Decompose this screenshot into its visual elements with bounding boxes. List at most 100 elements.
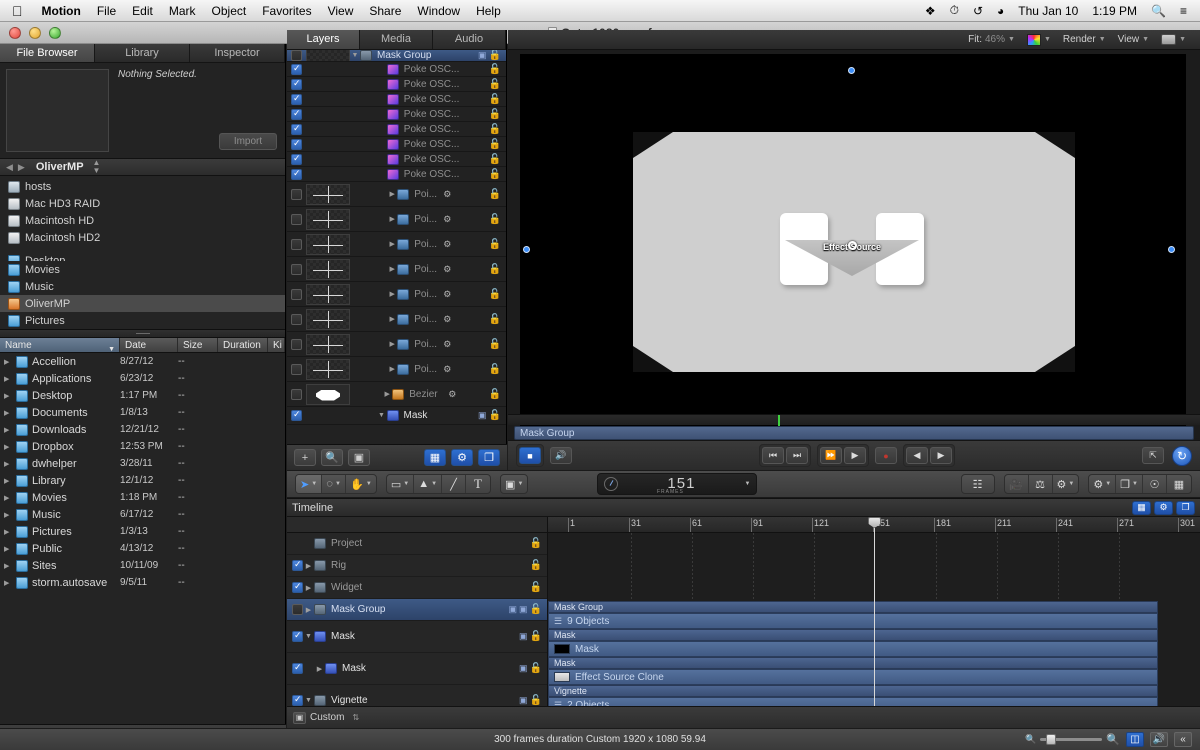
visibility-checkbox[interactable]: [291, 313, 302, 325]
layer-row[interactable]: ▶ Poi... ⚙ 🔓: [287, 232, 506, 257]
disclosure-triangle-icon[interactable]: ▶: [303, 584, 314, 592]
fit-control[interactable]: Fit: 46% ▼: [962, 34, 1021, 45]
lock-icon[interactable]: 🔓: [530, 695, 547, 706]
play-from-start-icon[interactable]: ⏩: [820, 447, 842, 464]
visibility-checkbox[interactable]: [291, 78, 302, 90]
zoom-out-icon[interactable]: 🔍: [1025, 734, 1036, 745]
search-icon[interactable]: 🔍: [1144, 4, 1173, 18]
lock-icon[interactable]: 🔓: [489, 189, 506, 200]
menu-item-favorites[interactable]: Favorites: [254, 4, 319, 18]
disclosure-triangle-icon[interactable]: ▶: [303, 562, 314, 570]
list-item[interactable]: Mac HD3 RAID: [0, 195, 285, 212]
mask-icon[interactable]: ▦: [424, 449, 446, 466]
notification-center-icon[interactable]: ≡: [1173, 4, 1194, 18]
table-row[interactable]: ▶ Public 4/13/12 --: [0, 540, 285, 557]
tab-media[interactable]: Media: [360, 30, 433, 49]
visibility-checkbox[interactable]: [291, 153, 302, 165]
layer-row[interactable]: ▶ Poi... ⚙ 🔓: [287, 357, 506, 382]
gear-icon[interactable]: ⚙: [443, 314, 451, 325]
selection-handle-left[interactable]: [523, 246, 530, 253]
lock-icon[interactable]: 🔓: [489, 154, 506, 165]
visibility-checkbox[interactable]: [292, 581, 303, 593]
layer-row[interactable]: Poke OSC... 🔓: [287, 92, 506, 107]
selection-handle-right[interactable]: [1168, 246, 1175, 253]
visibility-checkbox[interactable]: [292, 630, 303, 642]
gear-icon[interactable]: ⚙: [443, 189, 451, 200]
disclosure-triangle-icon[interactable]: ▶: [387, 365, 397, 373]
visibility-checkbox[interactable]: [291, 108, 302, 120]
lock-icon[interactable]: 🔓: [489, 109, 506, 120]
timeline-row-mask[interactable]: ▼ Mask ▣ 🔓: [287, 621, 547, 653]
step-forward-icon[interactable]: ▶: [930, 447, 952, 464]
disclosure-triangle-icon[interactable]: ▶: [314, 665, 325, 673]
disclosure-triangle-icon[interactable]: ▼: [303, 697, 314, 704]
list-item[interactable]: Macintosh HD2: [0, 229, 285, 246]
text-tool-icon[interactable]: T: [466, 475, 490, 493]
lock-icon[interactable]: 🔓: [489, 64, 506, 75]
tab-inspector[interactable]: Inspector: [190, 44, 285, 62]
visibility-checkbox[interactable]: [291, 388, 302, 400]
layer-row[interactable]: ▶ Poi... ⚙ 🔓: [287, 282, 506, 307]
disclosure-triangle-icon[interactable]: ▶: [4, 477, 12, 485]
canvas-object-bar[interactable]: Mask Group: [514, 426, 1194, 440]
layer-row-mask[interactable]: ▼ Mask ▣🔓: [287, 407, 506, 425]
previous-keyframe-icon[interactable]: ⏭: [786, 447, 808, 464]
table-row[interactable]: ▶ Accellion 8/27/12 --: [0, 353, 285, 370]
disclosure-triangle-icon[interactable]: ▶: [4, 443, 12, 451]
gear-icon[interactable]: ⚙: [443, 264, 451, 275]
track-clip[interactable]: ☰ 2 Objects: [548, 697, 1158, 706]
menu-item-motion[interactable]: Motion: [34, 4, 89, 18]
list-item[interactable]: Music: [0, 278, 285, 295]
table-row[interactable]: ▶ Desktop 1:17 PM --: [0, 387, 285, 404]
zoom-in-icon[interactable]: 🔍: [1106, 733, 1120, 746]
track-group-label[interactable]: Mask Group: [548, 601, 1158, 613]
disclosure-triangle-icon[interactable]: ▶: [382, 390, 392, 398]
zoom-track[interactable]: [1040, 734, 1103, 745]
menu-item-help[interactable]: Help: [468, 4, 509, 18]
layout-menu[interactable]: ▼: [1155, 34, 1192, 45]
select-tool-icon[interactable]: ➤ ▼: [296, 475, 323, 493]
layer-row[interactable]: Poke OSC... 🔓: [287, 167, 506, 182]
layer-row[interactable]: Poke OSC... 🔓: [287, 122, 506, 137]
visibility-checkbox[interactable]: [291, 238, 302, 250]
visibility-checkbox[interactable]: [291, 409, 302, 421]
layer-row-bezier[interactable]: ▶ Bezier ⚙ 🔓: [287, 382, 506, 407]
audio-icon[interactable]: 🔊: [1150, 732, 1168, 747]
lock-icon[interactable]: 🔓: [489, 289, 506, 300]
menu-item-share[interactable]: Share: [361, 4, 409, 18]
column-header-size[interactable]: Size: [178, 338, 218, 352]
visibility-checkbox[interactable]: [291, 288, 302, 300]
column-header-duration[interactable]: Duration: [218, 338, 268, 352]
tab-library[interactable]: Library: [95, 44, 190, 62]
table-row[interactable]: ▶ Music 6/17/12 --: [0, 506, 285, 523]
table-row[interactable]: ▶ Library 12/1/12 --: [0, 472, 285, 489]
path-stepper-icon[interactable]: ▲ ▼: [93, 159, 101, 175]
layer-row[interactable]: ▶ Poi... ⚙ 🔓: [287, 207, 506, 232]
layer-row[interactable]: Poke OSC... 🔓: [287, 62, 506, 77]
zoom-knob[interactable]: [1046, 734, 1057, 745]
lock-icon[interactable]: 🔓: [530, 560, 547, 571]
disclosure-triangle-icon[interactable]: ▶: [387, 290, 397, 298]
column-header-kind[interactable]: Ki: [268, 338, 285, 352]
table-row[interactable]: ▶ Movies 1:18 PM --: [0, 489, 285, 506]
disclosure-triangle-icon[interactable]: ▶: [4, 460, 12, 468]
disclosure-triangle-icon[interactable]: ▶: [4, 562, 12, 570]
lock-icon[interactable]: 🔓: [530, 538, 547, 549]
wifi-icon[interactable]: ◕: [990, 4, 1011, 18]
visibility-checkbox[interactable]: [291, 93, 302, 105]
menu-item-file[interactable]: File: [89, 4, 124, 18]
disclosure-triangle-icon[interactable]: ▶: [4, 358, 12, 366]
project-pane-icon[interactable]: ■: [519, 447, 541, 464]
table-row[interactable]: ▶ Sites 10/11/09 --: [0, 557, 285, 574]
layer-row[interactable]: ▶ Poi... ⚙ 🔓: [287, 332, 506, 357]
lock-icon[interactable]: 🔓: [489, 264, 506, 275]
step-back-icon[interactable]: ◀: [906, 447, 928, 464]
camera-icon[interactable]: 🎥: [1005, 475, 1029, 493]
menu-item-window[interactable]: Window: [409, 4, 468, 18]
visibility-checkbox[interactable]: [291, 63, 302, 75]
table-row[interactable]: ▶ storm.autosave 9/5/11 --: [0, 574, 285, 591]
shape-tool-icon[interactable]: ▭ ▼: [387, 475, 415, 493]
sync-icon[interactable]: ↺: [966, 4, 990, 18]
table-row[interactable]: ▶ Pictures 1/3/13 --: [0, 523, 285, 540]
lock-icon[interactable]: 🔓: [489, 389, 506, 400]
